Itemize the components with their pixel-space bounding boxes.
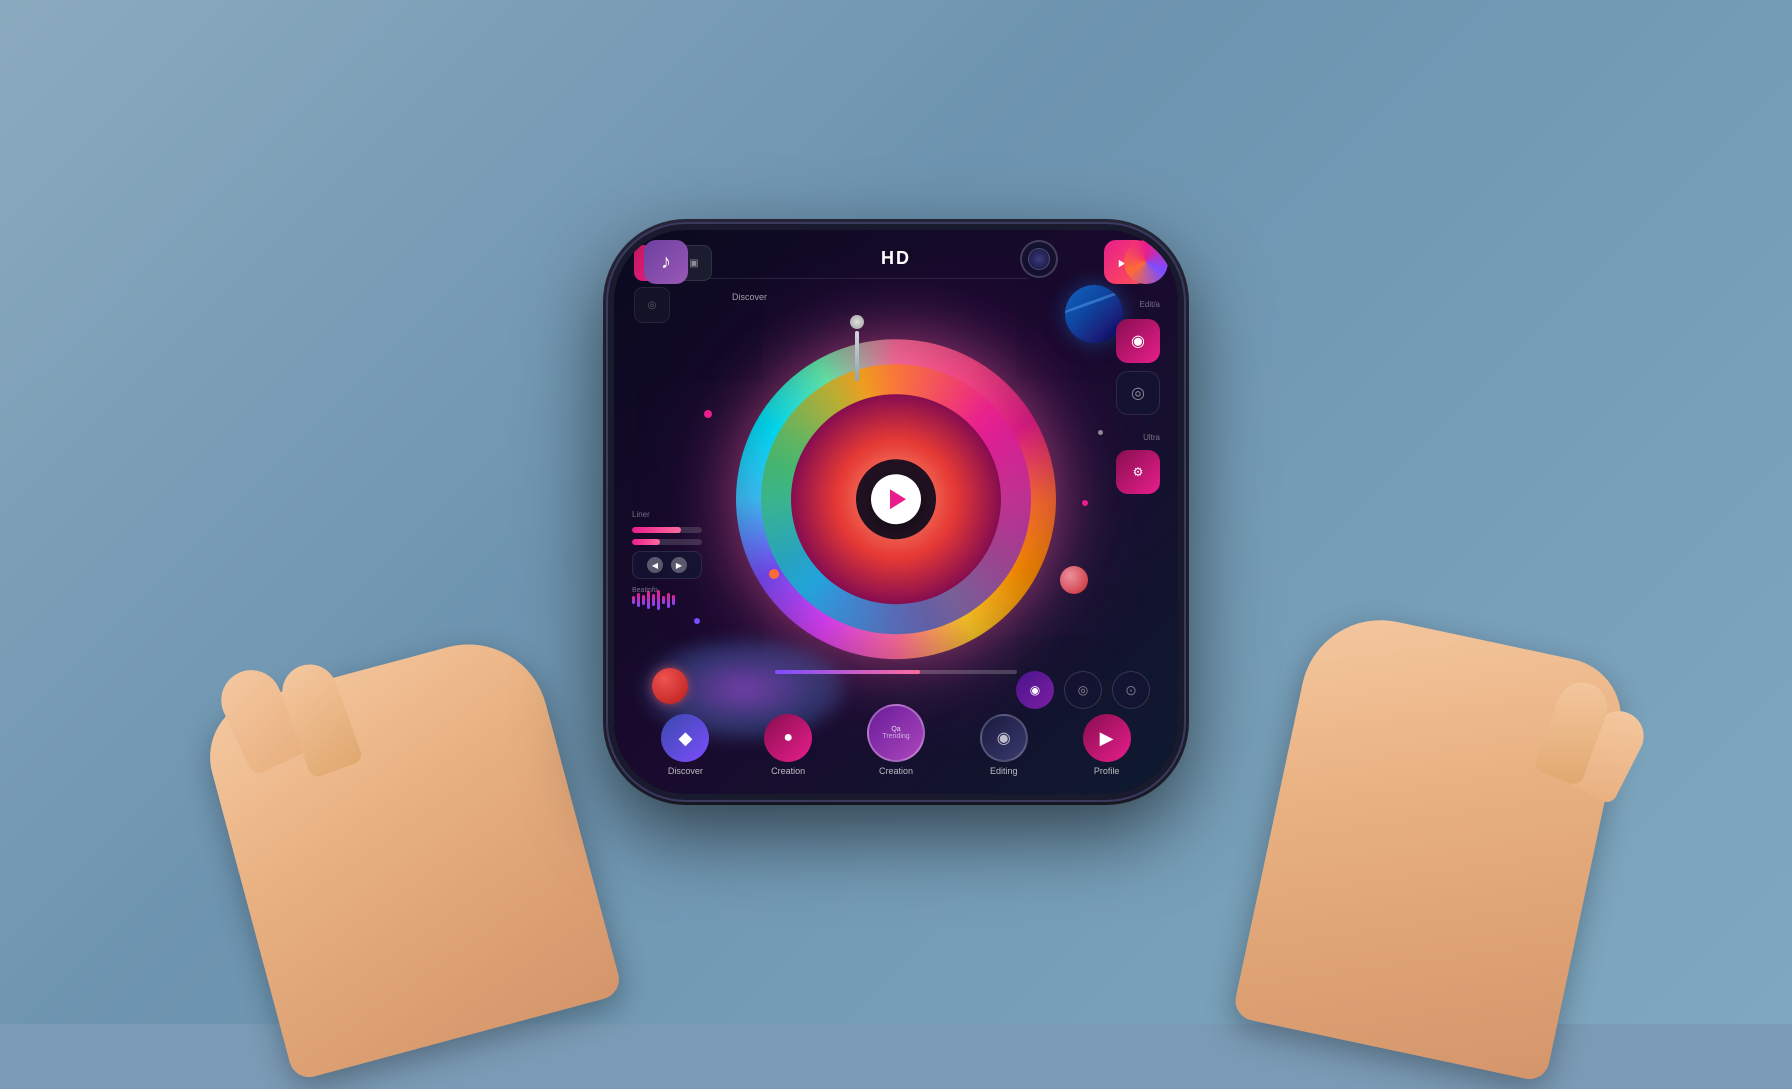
nav-trending-icon: Qa Trending: [867, 704, 925, 762]
slider-1-fill: [632, 527, 681, 533]
top-icons-row: ♪ ⏭: [614, 240, 1178, 284]
play-triangle-icon: [890, 489, 906, 509]
nav-profile-label: Profile: [1094, 766, 1120, 776]
nav-profile-icon: ▶: [1083, 714, 1131, 762]
right-icon-1-symbol: ◉: [1131, 331, 1145, 351]
device-screen: HD ◉ ▣: [614, 230, 1178, 794]
disc-center: [856, 459, 936, 539]
nav-trending-label: Creation: [879, 766, 913, 776]
nav-creation[interactable]: ● Creation: [764, 714, 812, 776]
right-icon-2[interactable]: ◎: [1116, 371, 1160, 415]
float-dot-2: [694, 618, 700, 624]
app-scene: HD ◉ ▣: [0, 0, 1792, 1024]
device: HD ◉ ▣: [606, 222, 1186, 802]
mic-decoration: [847, 315, 867, 375]
right-icon-2-symbol: ◎: [1131, 383, 1145, 403]
settings-icon: ⊙: [1125, 682, 1137, 699]
float-dot-5: [1098, 430, 1103, 435]
float-dot-1: [704, 410, 712, 418]
nav-editing[interactable]: ◉ Editing: [980, 714, 1028, 776]
slider-1[interactable]: [632, 527, 702, 533]
prev-button[interactable]: ◀: [647, 557, 663, 573]
ultra-label: Ultra: [1116, 433, 1160, 442]
central-disc: [736, 339, 1056, 659]
sphere-icon: [1124, 240, 1168, 284]
right-icon-3[interactable]: ⚙: [1116, 450, 1160, 494]
nav-discover-icon: ◆: [661, 714, 709, 762]
nav-creation-label: Creation: [771, 766, 805, 776]
progress-bar-fill: [775, 670, 920, 674]
wave-bar-7: [662, 596, 665, 604]
trending-icon-inner: Qa Trending: [882, 726, 909, 740]
next-button[interactable]: ▶: [671, 557, 687, 573]
main-content: HD ◉ ▣: [614, 230, 1178, 794]
wave-bar-2: [637, 593, 640, 607]
planet-red: [1060, 566, 1088, 594]
cluster-row-2: ◎: [634, 287, 712, 323]
nav-trending[interactable]: Qa Trending Creation: [867, 704, 925, 776]
slider-group: Liner ◀ ▶ Beatinfo: [632, 510, 702, 594]
play-button[interactable]: [871, 474, 921, 524]
music-icon-tile[interactable]: ♪: [644, 240, 688, 284]
nav-editing-icon: ◉: [980, 714, 1028, 762]
wave-bar-5: [652, 594, 655, 606]
slider-label: Liner: [632, 510, 702, 519]
nav-creation-icon: ●: [764, 714, 812, 762]
creation-icon-symbol: ●: [783, 729, 793, 747]
hand-left: [197, 626, 624, 1081]
planet-decoration: [1065, 285, 1123, 343]
wave-bar-3: [642, 595, 645, 605]
mic-head: [850, 315, 864, 329]
profile-icon-symbol: ▶: [1100, 728, 1114, 749]
wave-bar-9: [672, 595, 675, 605]
right-panel-icons: Edit/a ◉ ◎ Ultra ⚙: [1116, 300, 1160, 494]
mic-stick: [855, 331, 859, 381]
float-dot-4: [1082, 500, 1088, 506]
discover-icon-symbol: ◆: [678, 728, 692, 749]
nav-discover[interactable]: ◆ Discover: [661, 714, 709, 776]
playback-controls[interactable]: ◀ ▶: [632, 551, 702, 579]
nav-editing-label: Editing: [990, 766, 1018, 776]
wave-bar-1: [632, 596, 635, 604]
right-icon-1[interactable]: ◉: [1116, 319, 1160, 363]
slider-2-fill: [632, 539, 660, 545]
nav-discover-label: Discover: [668, 766, 703, 776]
wave-bar-8: [667, 593, 670, 608]
nav-profile[interactable]: ▶ Profile: [1083, 714, 1131, 776]
edit-label: Edit/a: [1116, 300, 1160, 309]
right-icon-3-symbol: ⚙: [1133, 465, 1144, 479]
top-left-icons: ♪: [644, 240, 688, 284]
float-dot-3: [769, 569, 779, 579]
hand-right: [1232, 605, 1632, 1082]
progress-bar-bg[interactable]: [775, 670, 1017, 674]
beatinfo-label: Beatinfo: [632, 587, 702, 594]
discover-label: Discover: [732, 292, 767, 302]
bottom-nav: ◆ Discover ● Creation Qa: [614, 704, 1178, 776]
menu-icon: ◎: [1078, 683, 1088, 697]
slider-2[interactable]: [632, 539, 702, 545]
music-note-icon: ♪: [661, 251, 671, 274]
dark-symbol: ◎: [648, 300, 657, 311]
loop-icon: ◉: [1030, 683, 1040, 697]
editing-icon-symbol: ◉: [997, 728, 1011, 748]
mini-icon-dark[interactable]: ◎: [634, 287, 670, 323]
